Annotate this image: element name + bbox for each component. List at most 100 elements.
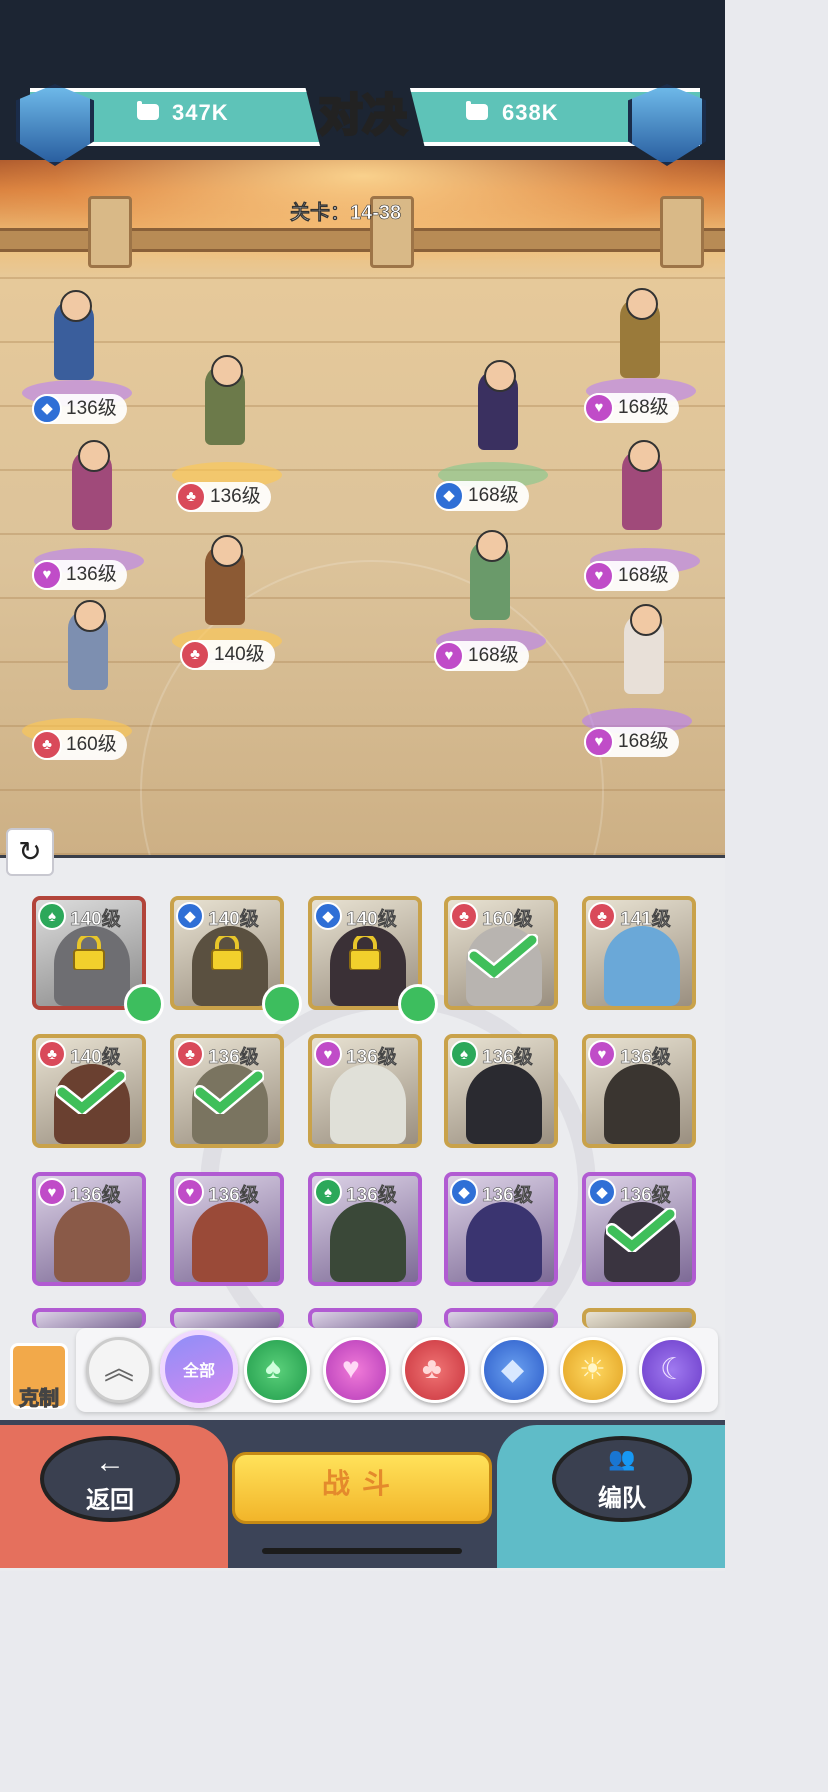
hero-level-badge: ◆ 136级 — [32, 394, 127, 424]
page-title: 对决 — [317, 90, 408, 142]
chevron-up-icon: ︽ — [104, 1353, 134, 1386]
heart-icon: ♥ — [176, 1178, 204, 1206]
checkmark-icon — [606, 1208, 676, 1252]
field-hero[interactable] — [440, 530, 540, 640]
hero-card[interactable]: ♠ 136级 — [444, 1034, 558, 1148]
right-power-value: 638K — [502, 100, 559, 125]
club-icon: ♣ — [176, 1040, 204, 1068]
diamond-icon: ◆ — [588, 1178, 616, 1206]
back-arrow-icon: ← — [95, 1446, 125, 1479]
filter-green-button[interactable]: ♠ — [244, 1337, 310, 1403]
moon-icon: ☾ — [660, 1353, 687, 1386]
fist-icon — [137, 101, 159, 120]
friend-user-icon — [124, 984, 164, 1024]
sun-icon: ☀ — [579, 1353, 606, 1386]
left-power-value: 347K — [172, 100, 229, 125]
spade-icon: ♠ — [38, 902, 66, 930]
field-hero[interactable] — [175, 535, 275, 645]
lock-icon — [349, 936, 381, 970]
heart-icon: ♥ — [584, 561, 614, 591]
hero-level-badge: ♥ 168级 — [584, 561, 679, 591]
hero-card[interactable]: ♥ 136级 — [32, 1172, 146, 1286]
friend-user-icon — [262, 984, 302, 1024]
lock-icon — [73, 936, 105, 970]
home-indicator — [262, 1548, 462, 1554]
heart-icon: ♥ — [588, 1040, 616, 1068]
team-label: 编队 — [598, 1485, 646, 1512]
hero-card[interactable]: ◆ 136级 — [444, 1172, 558, 1286]
heart-icon: ♥ — [342, 1352, 360, 1385]
stage-label: 关卡：14-38 — [290, 202, 402, 225]
heart-icon: ♥ — [32, 560, 62, 590]
filter-sun-button[interactable]: ☀ — [560, 1337, 626, 1403]
diamond-icon: ◆ — [501, 1353, 525, 1386]
heart-icon: ♥ — [314, 1040, 342, 1068]
hero-level-badge: ♥ 168级 — [584, 393, 679, 423]
field-hero[interactable] — [42, 440, 142, 550]
hero-card[interactable] — [308, 1308, 422, 1328]
club-icon: ♣ — [32, 730, 62, 760]
field-hero[interactable] — [590, 288, 690, 398]
fence-post — [660, 196, 704, 268]
field-hero[interactable] — [38, 600, 138, 710]
hero-level-badge: ◆ 168级 — [434, 481, 529, 511]
club-icon: ♣ — [38, 1040, 66, 1068]
field-hero[interactable] — [448, 360, 548, 470]
hero-level-badge: ♥ 136级 — [32, 560, 127, 590]
filter-pink-button[interactable]: ♥ — [323, 1337, 389, 1403]
refresh-icon: ↻ — [18, 836, 42, 867]
hero-card[interactable]: ♠ 136级 — [308, 1172, 422, 1286]
friend-user-icon — [398, 984, 438, 1024]
filter-all-button[interactable]: 全部 — [160, 1330, 238, 1408]
filter-red-button[interactable]: ♣ — [402, 1337, 468, 1403]
checkmark-icon — [468, 934, 538, 978]
hero-card[interactable]: ♣ 141级 — [582, 896, 696, 1010]
diamond-icon: ◆ — [450, 1178, 478, 1206]
filter-blue-button[interactable]: ◆ — [481, 1337, 547, 1403]
hero-card[interactable]: ♥ 136级 — [582, 1034, 696, 1148]
spade-icon: ♠ — [265, 1352, 281, 1385]
spade-icon: ♠ — [450, 1040, 478, 1068]
diamond-icon: ◆ — [176, 902, 204, 930]
hero-level-badge: ♥ 168级 — [584, 727, 679, 757]
hero-level-badge: ♣ 136级 — [176, 482, 271, 512]
hero-level-badge: ♥ 168级 — [434, 641, 529, 671]
field-hero[interactable] — [592, 440, 692, 550]
club-icon: ♣ — [422, 1352, 442, 1385]
field-hero[interactable] — [24, 290, 124, 400]
club-icon: ♣ — [176, 482, 206, 512]
back-label: 返回 — [86, 1487, 134, 1514]
diamond-icon: ◆ — [32, 394, 62, 424]
hero-card[interactable]: ♥ 136级 — [170, 1172, 284, 1286]
heart-icon: ♥ — [434, 641, 464, 671]
collapse-button[interactable]: ︽ — [86, 1337, 152, 1403]
field-hero[interactable] — [175, 355, 275, 465]
counter-label: 克制 — [19, 1388, 60, 1411]
heart-icon: ♥ — [584, 727, 614, 757]
fist-icon — [466, 101, 488, 120]
hero-card[interactable] — [32, 1308, 146, 1328]
heart-icon: ♥ — [584, 393, 614, 423]
hero-level-badge: ♣ 140级 — [180, 640, 275, 670]
hero-card[interactable] — [444, 1308, 558, 1328]
checkmark-icon — [194, 1070, 264, 1114]
hero-level-badge: ♣ 160级 — [32, 730, 127, 760]
club-icon: ♣ — [180, 640, 210, 670]
spade-icon: ♠ — [314, 1178, 342, 1206]
filter-moon-button[interactable]: ☾ — [639, 1337, 705, 1403]
hero-card[interactable] — [170, 1308, 284, 1328]
field-hero[interactable] — [594, 604, 694, 714]
heart-icon: ♥ — [38, 1178, 66, 1206]
club-icon: ♣ — [588, 902, 616, 930]
club-icon: ♣ — [450, 902, 478, 930]
filter-all-label: 全部 — [183, 1363, 216, 1380]
lock-icon — [211, 936, 243, 970]
checkmark-icon — [56, 1070, 126, 1114]
refresh-button[interactable]: ↻ — [6, 828, 54, 876]
hero-card[interactable] — [582, 1308, 696, 1328]
diamond-icon: ◆ — [314, 902, 342, 930]
hero-card[interactable]: ♥ 136级 — [308, 1034, 422, 1148]
fence-post — [88, 196, 132, 268]
diamond-icon: ◆ — [434, 481, 464, 511]
team-icon: 👥 — [608, 1446, 636, 1471]
